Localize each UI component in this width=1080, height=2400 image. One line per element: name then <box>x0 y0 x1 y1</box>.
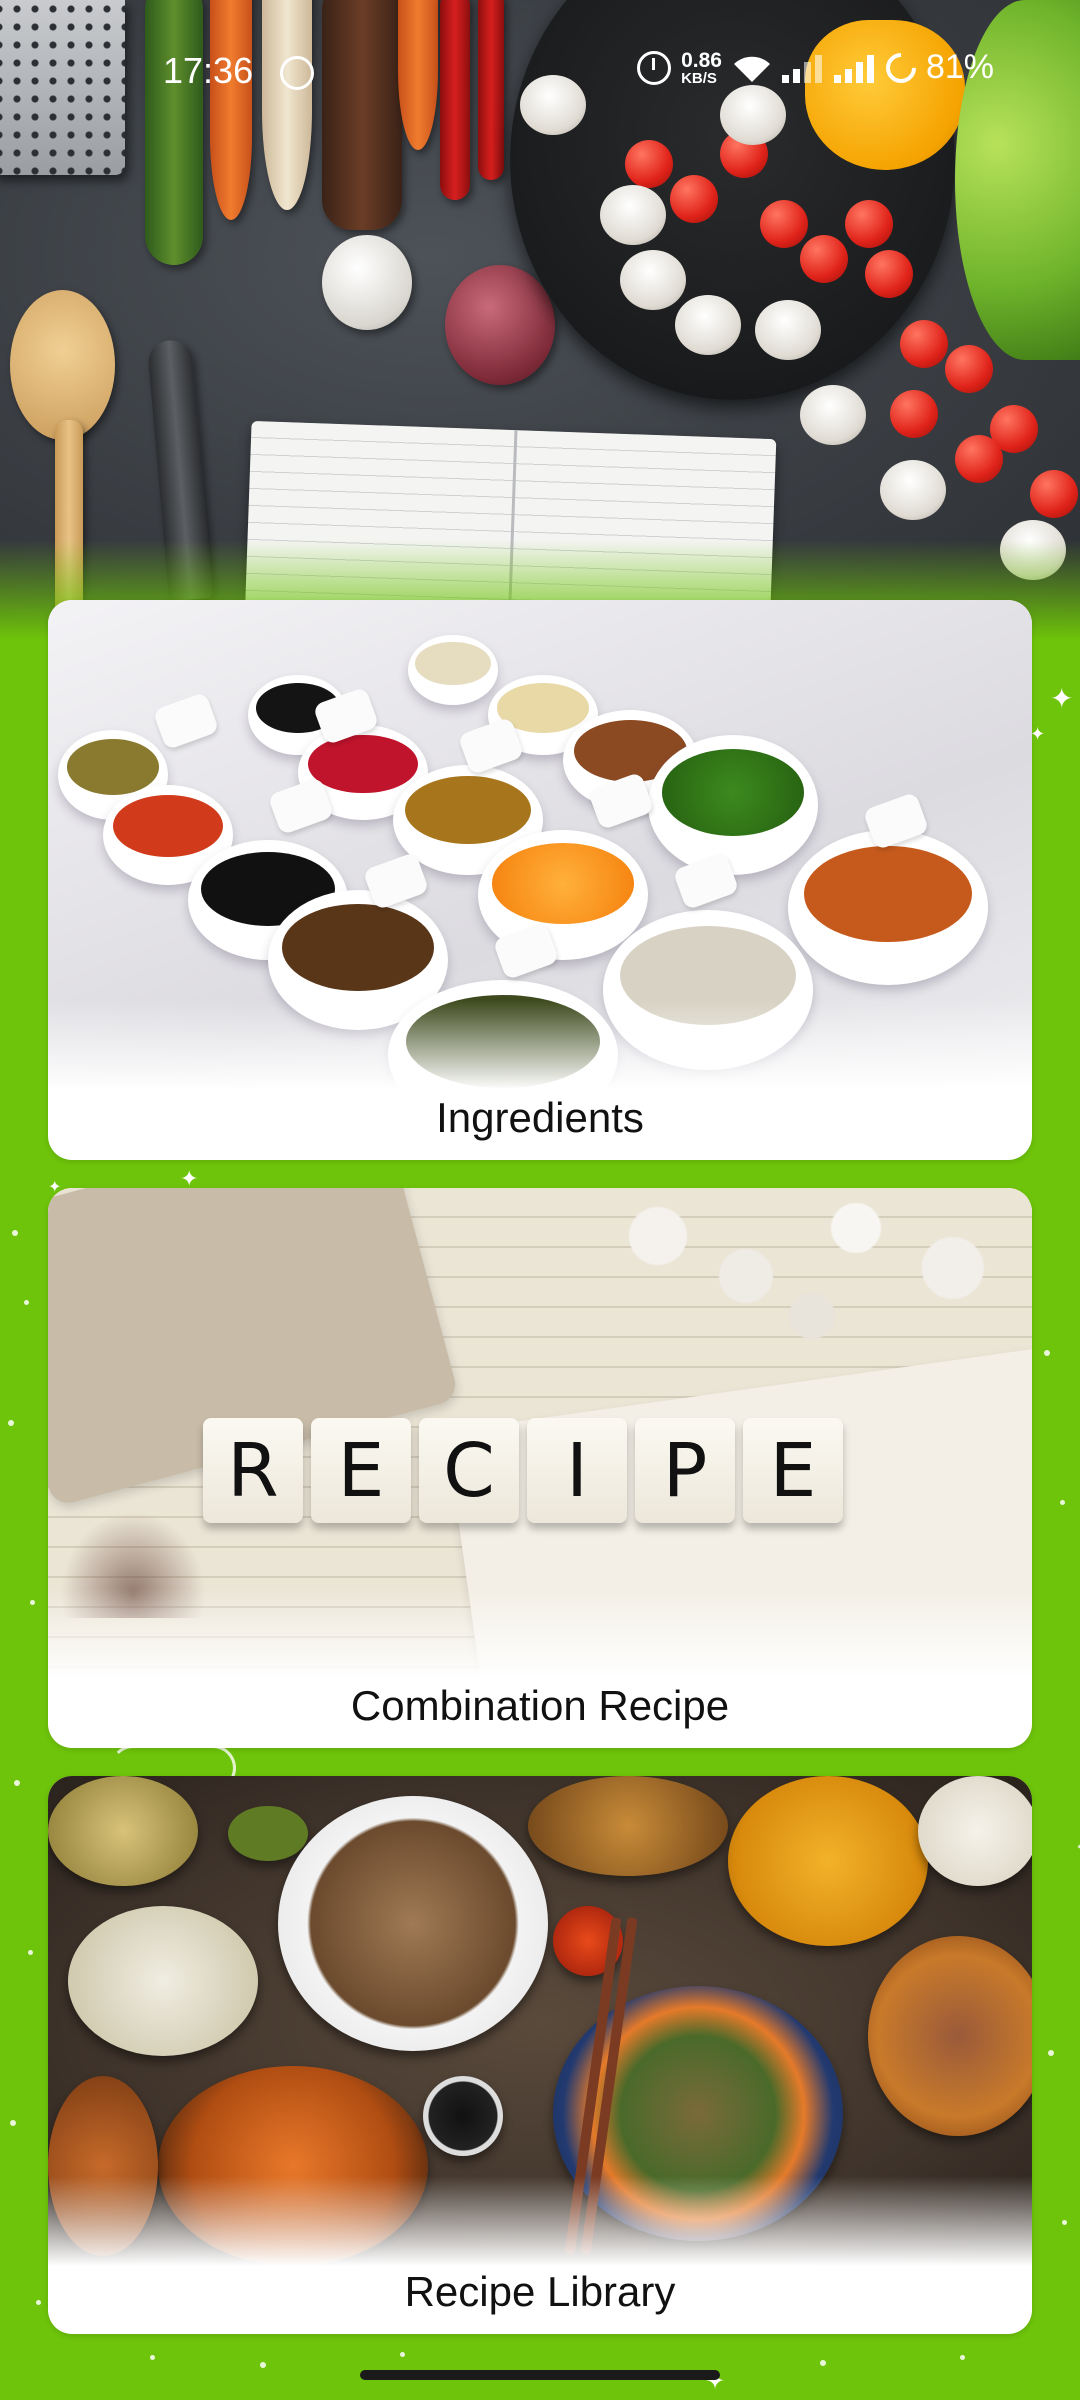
confetti-dot <box>1044 1350 1050 1356</box>
network-speed: 0.86 KB/S <box>681 50 722 86</box>
wooden-spoon-handle <box>55 420 83 620</box>
scoop <box>152 691 220 751</box>
mushroom-illustration <box>755 300 821 360</box>
mushroom-illustration <box>1000 520 1066 580</box>
bowl <box>788 830 988 985</box>
confetti-dot <box>820 2360 826 2366</box>
letter-tile: P <box>635 1418 735 1523</box>
letter-tile: C <box>419 1418 519 1523</box>
tomato-illustration <box>945 345 993 393</box>
network-speed-value: 0.86 <box>681 48 722 72</box>
tomato-illustration <box>1030 470 1078 518</box>
combination-recipe-card[interactable]: R E C I P E Combination Recipe <box>48 1188 1032 1748</box>
wifi-icon <box>732 54 772 82</box>
sparkle-icon: ✦ <box>1030 724 1046 744</box>
battery-icon <box>879 46 923 89</box>
mushroom-illustration <box>600 185 666 245</box>
plate <box>728 1776 928 1946</box>
battery-percent: 81% <box>925 48 994 86</box>
status-time: 17:36 <box>163 50 254 91</box>
plate <box>228 1806 308 1861</box>
recipe-library-label: Recipe Library <box>404 2268 676 2315</box>
bowl <box>648 735 818 875</box>
letter-tile: E <box>311 1418 411 1523</box>
confetti-dot <box>10 2120 16 2126</box>
plate <box>48 1776 198 1886</box>
network-speed-unit: KB/S <box>681 69 717 87</box>
herb-illustration <box>48 1498 218 1618</box>
onion-illustration <box>445 265 555 385</box>
confetti-dot <box>14 1780 20 1786</box>
recipe-library-card[interactable]: Recipe Library <box>48 1776 1032 2334</box>
garlic-illustration <box>322 235 412 330</box>
confetti-dot <box>28 1950 33 1955</box>
plate <box>278 1796 548 2051</box>
ingredients-label: Ingredients <box>436 1094 644 1141</box>
confetti-dot <box>36 2300 41 2305</box>
confetti-dot <box>260 2362 266 2368</box>
confetti-dot <box>960 2355 965 2360</box>
mushroom-illustration <box>620 250 686 310</box>
tomato-illustration <box>625 140 673 188</box>
tomato-illustration <box>955 435 1003 483</box>
letter-tile: E <box>743 1418 843 1523</box>
signal-icon <box>781 53 824 83</box>
plate <box>158 2066 428 2266</box>
mushroom-illustration <box>880 460 946 520</box>
letter-tile: I <box>527 1418 627 1523</box>
confetti-dot <box>24 1300 29 1305</box>
combination-recipe-label: Combination Recipe <box>350 1682 730 1729</box>
tomato-illustration <box>670 175 718 223</box>
knife-illustration <box>146 338 214 602</box>
plate <box>528 1776 728 1876</box>
bowl <box>603 910 813 1070</box>
confetti-dot <box>30 1600 35 1605</box>
confetti-dot <box>12 1230 18 1236</box>
plate <box>918 1776 1032 1886</box>
bowl <box>268 890 448 1030</box>
alarm-icon <box>637 50 672 85</box>
plate <box>68 1906 258 2056</box>
tomato-illustration <box>760 200 808 248</box>
tomato-illustration <box>865 250 913 298</box>
status-bar: 17:36 0.86 KB/S 81% <box>0 0 1080 140</box>
flowers-illustration <box>592 1188 1032 1348</box>
sparkle-icon: ✦ <box>180 1166 199 1191</box>
confetti-dot <box>1060 1500 1065 1505</box>
mushroom-illustration <box>675 295 741 355</box>
whatsapp-icon <box>280 56 314 90</box>
home-indicator[interactable] <box>360 2370 720 2380</box>
mushroom-illustration <box>800 385 866 445</box>
wooden-spoon-illustration <box>10 290 115 440</box>
confetti-dot <box>1048 2050 1054 2056</box>
sparkle-icon: ✦ <box>1050 683 1074 714</box>
plate <box>48 2076 158 2256</box>
tomato-illustration <box>845 200 893 248</box>
confetti-dot <box>400 2352 405 2357</box>
confetti-dot <box>8 1420 14 1426</box>
confetti-dot <box>1062 2220 1067 2225</box>
squiggle-decoration <box>1039 1835 1080 1971</box>
combination-recipe-image: R E C I P E <box>48 1188 1032 1678</box>
recipe-letter-tiles: R E C I P E <box>203 1418 843 1523</box>
recipe-library-image <box>48 1776 1032 2266</box>
tomato-illustration <box>900 320 948 368</box>
tomato-illustration <box>890 390 938 438</box>
confetti-dot <box>150 2355 155 2360</box>
ingredients-card[interactable]: Ingredients <box>48 600 1032 1160</box>
plate <box>868 1936 1032 2136</box>
plate <box>423 2076 503 2156</box>
tomato-illustration <box>800 235 848 283</box>
ingredients-image <box>48 600 1032 1090</box>
bowl <box>408 635 498 705</box>
signal-icon <box>833 53 876 83</box>
letter-tile: R <box>203 1418 303 1523</box>
status-icons: 0.86 KB/S 81% <box>637 46 994 89</box>
